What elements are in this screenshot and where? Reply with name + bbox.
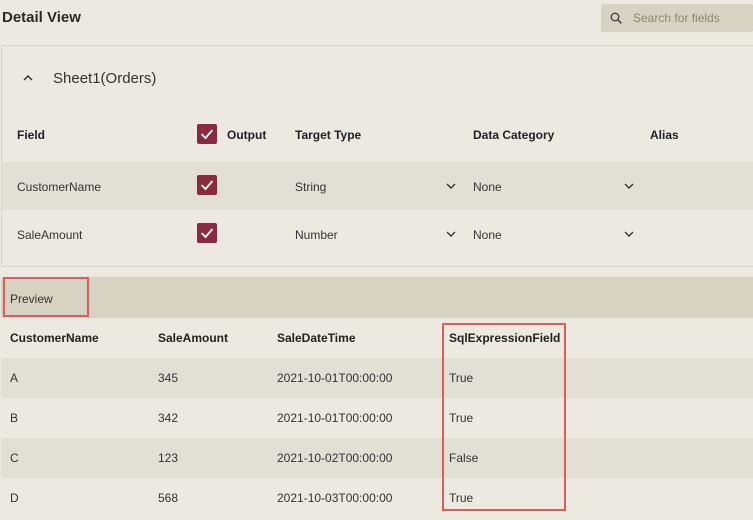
- preview-row: D 568 2021-10-03T00:00:00 True: [1, 478, 753, 518]
- column-header-data-category: Data Category: [473, 128, 555, 142]
- preview-cell: 2021-10-01T00:00:00: [277, 371, 393, 385]
- preview-row: B 342 2021-10-01T00:00:00 True: [1, 398, 753, 438]
- preview-cell: 568: [158, 491, 179, 505]
- sql-expression-column-highlight: [442, 323, 566, 511]
- chevron-down-icon[interactable]: [446, 231, 456, 238]
- field-name: SaleAmount: [17, 228, 83, 242]
- search-placeholder: Search for fields: [633, 11, 720, 25]
- field-row: CustomerName String None: [2, 162, 753, 210]
- column-header-output: Output: [227, 128, 267, 142]
- field-table-header: Field Output Target Type Data Category A…: [2, 124, 753, 158]
- checkmark-icon: [200, 129, 214, 140]
- chevron-up-icon[interactable]: [22, 72, 34, 84]
- preview-column-header: CustomerName: [10, 331, 99, 345]
- preview-cell: 2021-10-01T00:00:00: [277, 411, 393, 425]
- chevron-down-icon[interactable]: [446, 183, 456, 190]
- sheet-name: Sheet1(Orders): [53, 69, 157, 87]
- preview-label[interactable]: Preview: [10, 292, 53, 306]
- target-type-select[interactable]: String: [295, 180, 326, 194]
- chevron-down-icon[interactable]: [624, 231, 634, 238]
- data-category-select[interactable]: None: [473, 228, 502, 242]
- column-header-alias: Alias: [650, 128, 679, 142]
- preview-cell: 2021-10-03T00:00:00: [277, 491, 393, 505]
- search-icon: [610, 12, 622, 24]
- checkmark-icon: [200, 180, 214, 191]
- preview-row: C 123 2021-10-02T00:00:00 False: [1, 438, 753, 478]
- search-input[interactable]: Search for fields: [601, 4, 753, 32]
- preview-row: A 345 2021-10-01T00:00:00 True: [1, 358, 753, 398]
- sheet-header[interactable]: Sheet1(Orders): [22, 68, 156, 88]
- checkmark-icon: [200, 228, 214, 239]
- preview-cell: 342: [158, 411, 179, 425]
- output-all-checkbox[interactable]: [197, 124, 217, 144]
- preview-column-header: SaleAmount: [158, 331, 229, 345]
- field-name: CustomerName: [17, 180, 102, 194]
- column-header-field: Field: [17, 128, 46, 142]
- preview-table-header: CustomerName SaleAmount SaleDateTime Sql…: [1, 318, 753, 358]
- preview-cell: A: [10, 371, 19, 385]
- preview-column-header: SaleDateTime: [277, 331, 356, 345]
- preview-bar: [1, 277, 753, 318]
- preview-cell: C: [10, 451, 19, 465]
- output-checkbox[interactable]: [197, 175, 217, 195]
- preview-cell: 2021-10-02T00:00:00: [277, 451, 393, 465]
- column-header-target-type: Target Type: [295, 128, 362, 142]
- data-category-select[interactable]: None: [473, 180, 502, 194]
- sheet-panel: Sheet1(Orders) Field Output Target Type …: [1, 45, 753, 267]
- preview-cell: 345: [158, 371, 179, 385]
- target-type-select[interactable]: Number: [295, 228, 338, 242]
- page-title: Detail View: [2, 9, 81, 26]
- preview-cell: D: [10, 491, 19, 505]
- chevron-down-icon[interactable]: [624, 183, 634, 190]
- output-checkbox[interactable]: [197, 223, 217, 243]
- field-row: SaleAmount Number None: [2, 210, 753, 258]
- preview-cell: 123: [158, 451, 179, 465]
- preview-cell: B: [10, 411, 19, 425]
